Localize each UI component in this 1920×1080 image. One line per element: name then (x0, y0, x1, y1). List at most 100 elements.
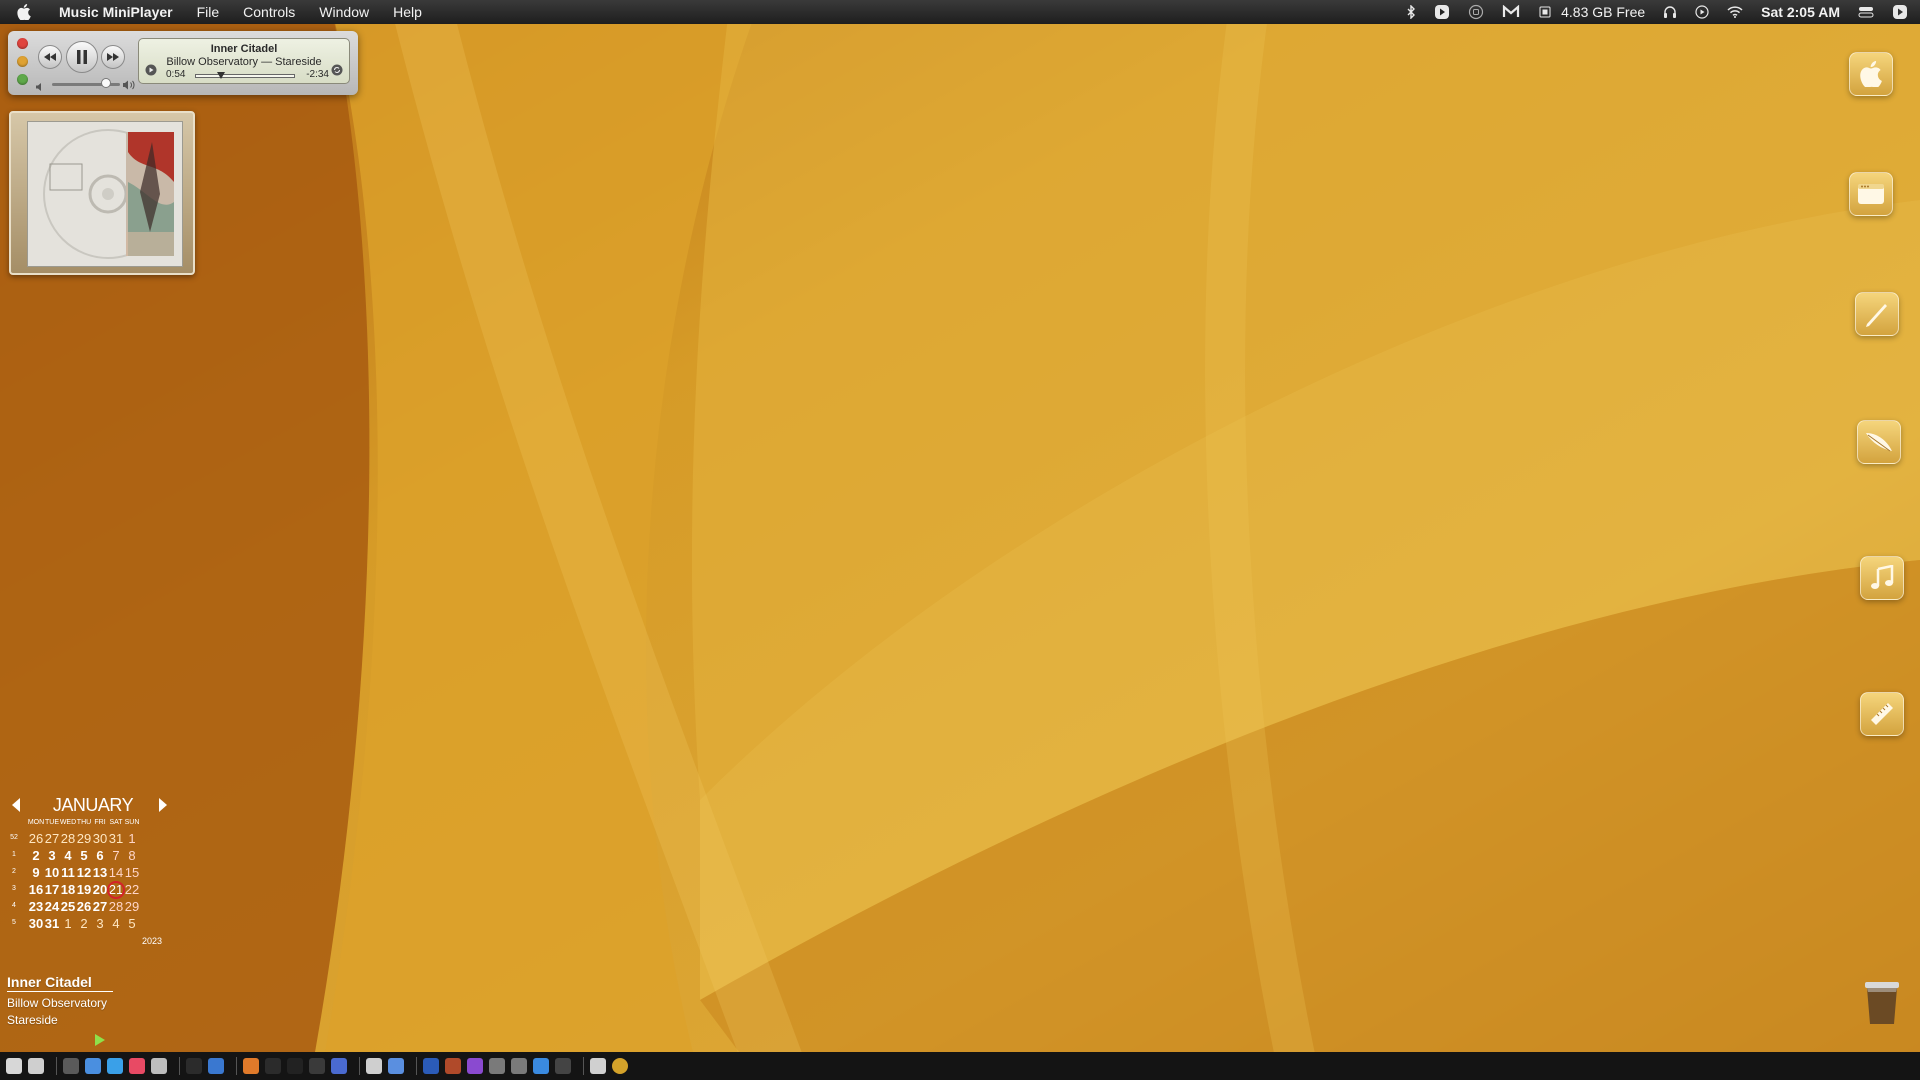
volume-slider-knob[interactable] (101, 78, 112, 88)
progress-bar[interactable] (195, 74, 295, 78)
safari-icon[interactable] (107, 1058, 123, 1074)
gold-disc-icon[interactable] (612, 1058, 628, 1074)
cd-case-art (27, 121, 183, 267)
dock-separator (359, 1057, 360, 1075)
music-icon[interactable] (129, 1058, 145, 1074)
calendar-week-number: 52 (10, 834, 18, 841)
calendar-next-month-icon[interactable] (159, 798, 167, 812)
memory-chip-icon (1538, 5, 1552, 19)
now-playing-play-icon[interactable] (95, 1034, 105, 1046)
bluetooth-icon[interactable] (1407, 5, 1416, 19)
activity-icon[interactable] (265, 1058, 281, 1074)
print-icon[interactable] (445, 1058, 461, 1074)
lcd-play-icon[interactable] (145, 63, 157, 81)
music-note-icon[interactable] (1860, 556, 1904, 600)
menu-file[interactable]: File (185, 4, 232, 20)
minimize-window-button[interactable] (17, 56, 28, 67)
film-icon[interactable] (287, 1058, 303, 1074)
word-icon[interactable] (423, 1058, 439, 1074)
remaining-time: -2:34 (306, 69, 329, 80)
menu-app-name[interactable]: Music MiniPlayer (51, 4, 185, 20)
calendar-year: 2023 (142, 936, 163, 946)
apple-logo-icon[interactable] (17, 4, 37, 20)
preview-icon[interactable] (388, 1058, 404, 1074)
calendar-weekday: SUN (124, 819, 140, 826)
app-store-icon[interactable] (533, 1058, 549, 1074)
dock-separator (56, 1057, 57, 1075)
terminal-icon[interactable] (63, 1058, 79, 1074)
script-icon[interactable] (151, 1058, 167, 1074)
dock-separator (583, 1057, 584, 1075)
close-window-button[interactable] (17, 38, 28, 49)
system-icon[interactable] (555, 1058, 571, 1074)
calendar-day[interactable]: 29 (122, 899, 142, 914)
progress-playhead[interactable] (217, 72, 225, 79)
xcode-icon[interactable] (208, 1058, 224, 1074)
podcast-icon[interactable] (467, 1058, 483, 1074)
elapsed-time: 0:54 (166, 69, 186, 80)
menu-bar-status-area: 4.83 GB Free Sat 2:05 AM (1398, 0, 1920, 24)
lcd-repeat-icon[interactable] (331, 63, 343, 81)
calendar-header: JANUARY (8, 793, 178, 815)
volume-high-icon (122, 78, 136, 96)
menu-bar-clock[interactable]: Sat 2:05 AM (1761, 4, 1840, 20)
control-center-icon[interactable] (1858, 5, 1874, 19)
desktop-wallpaper (0, 0, 1920, 1080)
pause-icon (77, 50, 87, 64)
notes-icon[interactable] (366, 1058, 382, 1074)
headphones-icon[interactable] (1663, 5, 1677, 19)
ruler-icon[interactable] (1860, 692, 1904, 736)
siri-icon[interactable] (1892, 4, 1908, 20)
menu-controls[interactable]: Controls (231, 4, 307, 20)
play-circle-small-icon[interactable] (1695, 5, 1709, 19)
calendar-day[interactable]: 15 (122, 865, 142, 880)
dot-circle-icon[interactable] (1468, 4, 1484, 20)
calendar-day[interactable]: 1 (122, 831, 142, 846)
next-track-button[interactable] (101, 45, 125, 69)
dock-separator (236, 1057, 237, 1075)
lcd-track-title: Inner Citadel (210, 43, 278, 55)
now-playing-widget: Inner Citadel Billow Observatory Staresi… (7, 974, 157, 1046)
apple-icon[interactable] (1849, 52, 1893, 96)
trash-can-icon[interactable] (1863, 980, 1901, 1026)
now-playing-title: Inner Citadel (7, 974, 113, 992)
album-art-widget[interactable] (9, 111, 195, 275)
pencil-icon[interactable] (1855, 292, 1899, 336)
calendar-week-number: 3 (12, 885, 16, 892)
calendar-week-number: 2 (12, 868, 16, 875)
volume-low-icon (35, 79, 45, 97)
dock-bar (0, 1052, 1920, 1080)
mail-m-icon[interactable] (1502, 5, 1520, 19)
finder-icon[interactable] (6, 1058, 22, 1074)
now-playing-display: Inner Citadel Billow Observatory — Stare… (138, 38, 350, 84)
wifi-icon[interactable] (1727, 6, 1743, 18)
mail-icon[interactable] (85, 1058, 101, 1074)
calendar-day[interactable]: 8 (122, 848, 142, 863)
dock-separator (416, 1057, 417, 1075)
search-magnifier-icon[interactable] (331, 1058, 347, 1074)
window-icon[interactable] (1849, 172, 1893, 216)
clock-icon[interactable] (186, 1058, 202, 1074)
lcd-artist-album: Billow Observatory — Stareside (166, 56, 322, 68)
menu-help[interactable]: Help (381, 4, 434, 20)
now-playing-artist: Billow Observatory (7, 996, 108, 1010)
play-circle-icon[interactable] (1434, 4, 1450, 20)
fast-forward-icon (107, 53, 119, 61)
dot-icon[interactable] (511, 1058, 527, 1074)
camera-icon[interactable] (309, 1058, 325, 1074)
calendar-day[interactable]: 22 (122, 882, 142, 897)
quicktime-icon[interactable] (590, 1058, 606, 1074)
previous-track-button[interactable] (38, 45, 62, 69)
disk-free-text[interactable]: 4.83 GB Free (1561, 4, 1645, 20)
speaker-icon[interactable] (28, 1058, 44, 1074)
feather-icon[interactable] (1857, 420, 1901, 464)
pause-button[interactable] (66, 41, 98, 73)
calendar-day[interactable]: 5 (122, 916, 142, 931)
rewind-icon (44, 53, 56, 61)
calendar-month: JANUARY (52, 795, 134, 815)
globe-icon[interactable] (489, 1058, 505, 1074)
menu-window[interactable]: Window (307, 4, 381, 20)
zoom-window-button[interactable] (17, 74, 28, 85)
now-playing-album: Stareside (7, 1013, 58, 1027)
books-icon[interactable] (243, 1058, 259, 1074)
